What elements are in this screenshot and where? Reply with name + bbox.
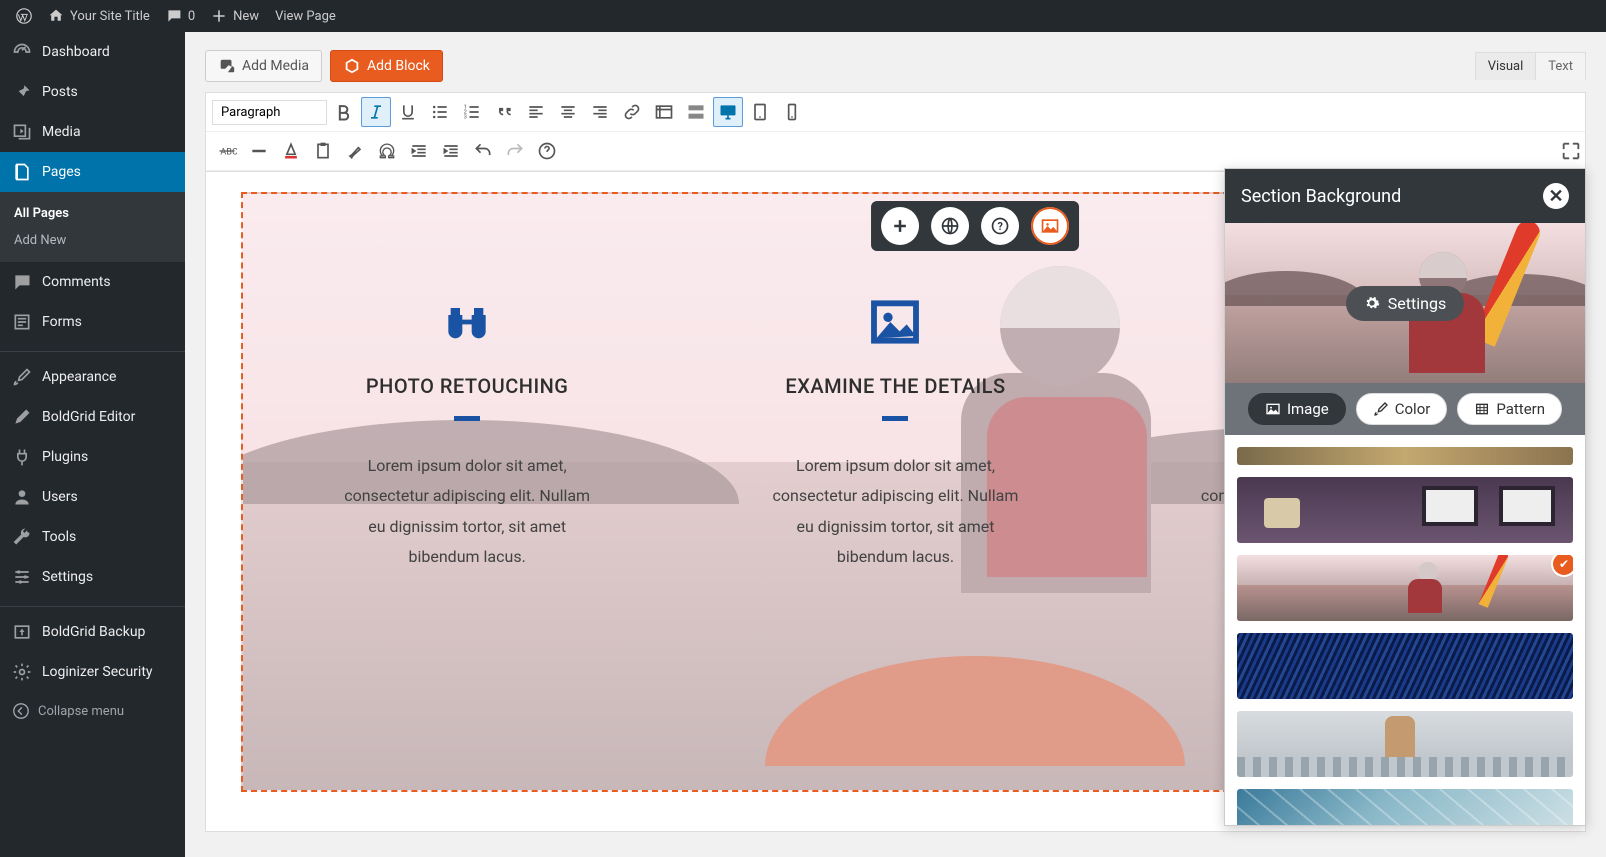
quote-button[interactable] [489, 97, 519, 127]
editor-mode-tabs: Visual Text [1475, 52, 1586, 80]
site-title: Your Site Title [70, 9, 150, 24]
background-image-list[interactable] [1225, 435, 1585, 825]
outdent-button[interactable] [404, 136, 434, 166]
bg-thumb-0[interactable] [1237, 447, 1573, 465]
indent-button[interactable] [436, 136, 466, 166]
link-button[interactable] [617, 97, 647, 127]
redo-button[interactable] [500, 136, 530, 166]
format-select[interactable]: Paragraph [212, 100, 327, 125]
new-label: New [233, 9, 259, 24]
add-media-button[interactable]: Add Media [205, 50, 322, 82]
sidebar-subitem[interactable]: Add New [0, 227, 185, 254]
bg-thumb-2[interactable] [1237, 555, 1573, 621]
ol-button[interactable]: 123 [457, 97, 487, 127]
desktop-preview-button[interactable] [713, 97, 743, 127]
new-link[interactable]: New [203, 8, 267, 24]
admin-sidebar: DashboardPostsMediaPages All PagesAdd New… [0, 32, 185, 857]
divider [454, 416, 480, 421]
sidebar-item-plugins[interactable]: Plugins [0, 437, 185, 477]
sidebar-item-comments[interactable]: Comments [0, 262, 185, 302]
section-background-panel: Section Background ✕ Settings Image Color… [1224, 168, 1586, 826]
align-left-button[interactable] [521, 97, 551, 127]
content-column-1[interactable]: EXAMINE THE DETAILS Lorem ipsum dolor sit… [691, 294, 1099, 573]
sidebar-item-pages[interactable]: Pages [0, 152, 185, 192]
sidebar-subitem[interactable]: All Pages [0, 200, 185, 227]
svg-text:ABC: ABC [220, 147, 237, 157]
undo-button[interactable] [468, 136, 498, 166]
panel-settings-button[interactable]: Settings [1346, 286, 1464, 321]
bg-thumb-4[interactable] [1237, 711, 1573, 777]
strike-button[interactable]: ABC [212, 136, 242, 166]
column-body: Lorem ipsum dolor sit amet, consectetur … [337, 451, 597, 573]
clear-format-button[interactable] [340, 136, 370, 166]
sidebar-item-media[interactable]: Media [0, 112, 185, 152]
svg-text:3: 3 [464, 115, 467, 121]
admin-bar: Your Site Title 0 New View Page [0, 0, 1606, 32]
paste-button[interactable] [308, 136, 338, 166]
sidebar-item-boldgrid-editor[interactable]: BoldGrid Editor [0, 397, 185, 437]
align-right-button[interactable] [585, 97, 615, 127]
panel-preview: Settings [1225, 223, 1585, 383]
underline-button[interactable] [393, 97, 423, 127]
add-block-button[interactable]: Add Block [330, 50, 443, 82]
hr-button[interactable] [244, 136, 274, 166]
panel-tab-pattern[interactable]: Pattern [1457, 393, 1562, 425]
image-icon [691, 294, 1099, 354]
sidebar-item-users[interactable]: Users [0, 477, 185, 517]
comments-link[interactable]: 0 [158, 8, 203, 24]
tab-visual[interactable]: Visual [1476, 53, 1536, 80]
column-body: Lorem ipsum dolor sit amet, consectetur … [765, 451, 1025, 573]
mobile-preview-button[interactable] [777, 97, 807, 127]
column-title: PHOTO RETOUCHING [263, 374, 671, 398]
panel-tab-color[interactable]: Color [1356, 393, 1448, 425]
sidebar-item-tools[interactable]: Tools [0, 517, 185, 557]
add-element-button[interactable] [881, 207, 919, 245]
svg-text:?: ? [997, 220, 1002, 233]
sidebar-item-posts[interactable]: Posts [0, 72, 185, 112]
bold-button[interactable] [329, 97, 359, 127]
sidebar-item-boldgrid-backup[interactable]: BoldGrid Backup [0, 612, 185, 652]
align-center-button[interactable] [553, 97, 583, 127]
help-block-button[interactable]: ? [981, 207, 1019, 245]
bg-thumb-1[interactable] [1237, 477, 1573, 543]
bg-thumb-3[interactable] [1237, 633, 1573, 699]
textcolor-button[interactable] [276, 136, 306, 166]
wp-logo[interactable] [8, 8, 40, 24]
view-page-link[interactable]: View Page [267, 9, 344, 24]
tablet-preview-button[interactable] [745, 97, 775, 127]
site-link[interactable]: Your Site Title [40, 8, 158, 24]
help-button[interactable] [532, 136, 562, 166]
background-image-button[interactable] [1031, 207, 1069, 245]
panel-tab-image[interactable]: Image [1248, 393, 1346, 425]
sidebar-item-settings[interactable]: Settings [0, 557, 185, 597]
content-column-0[interactable]: PHOTO RETOUCHING Lorem ipsum dolor sit am… [263, 294, 671, 573]
close-panel-button[interactable]: ✕ [1543, 183, 1569, 209]
insert-icon-button[interactable] [649, 97, 679, 127]
readmore-button[interactable] [681, 97, 711, 127]
globe-button[interactable] [931, 207, 969, 245]
italic-button[interactable] [361, 97, 391, 127]
block-floating-toolbar: ? [871, 201, 1079, 251]
divider [882, 416, 908, 421]
collapse-menu[interactable]: Collapse menu [0, 692, 185, 730]
fullscreen-button[interactable] [1560, 140, 1582, 162]
binoculars-icon [263, 294, 671, 354]
tinymce-toolbar: Paragraph 123 ABC [205, 92, 1586, 172]
column-title: EXAMINE THE DETAILS [691, 374, 1099, 398]
sidebar-item-dashboard[interactable]: Dashboard [0, 32, 185, 72]
tab-text[interactable]: Text [1535, 53, 1585, 80]
special-char-button[interactable] [372, 136, 402, 166]
ul-button[interactable] [425, 97, 455, 127]
sidebar-item-loginizer[interactable]: Loginizer Security [0, 652, 185, 692]
bg-thumb-5[interactable] [1237, 789, 1573, 825]
sidebar-item-forms[interactable]: Forms [0, 302, 185, 342]
sidebar-item-appearance[interactable]: Appearance [0, 357, 185, 397]
panel-title: Section Background [1241, 186, 1401, 207]
comments-count: 0 [188, 9, 195, 24]
